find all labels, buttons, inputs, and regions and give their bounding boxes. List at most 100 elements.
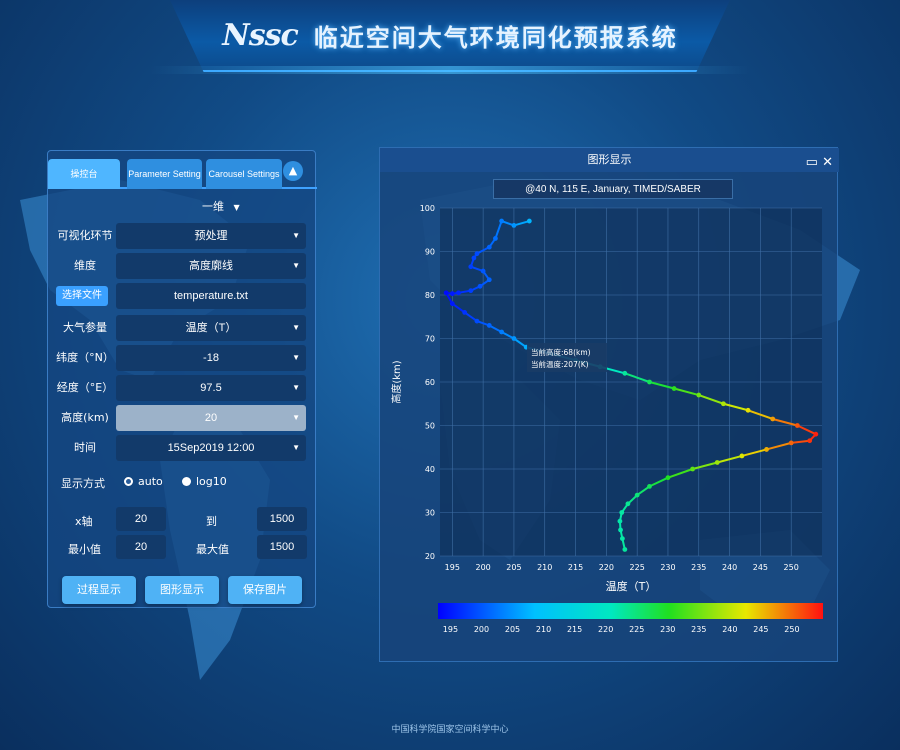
profile-point[interactable]: [794, 423, 800, 428]
colorbar-tick-label: 225: [629, 625, 644, 634]
profile-point[interactable]: [739, 453, 745, 459]
profile-point[interactable]: [690, 466, 696, 472]
profile-point[interactable]: [499, 329, 505, 335]
profile-point[interactable]: [471, 255, 477, 261]
x-tick-label: 210: [537, 563, 552, 572]
viz-stage-select[interactable]: 预处理 ▼: [116, 223, 306, 249]
profile-point[interactable]: [480, 268, 486, 274]
profile-point[interactable]: [486, 323, 492, 328]
x-axis-to-input[interactable]: 1500: [257, 507, 307, 531]
profile-point[interactable]: [622, 547, 628, 552]
file-name-field[interactable]: temperature.txt: [116, 283, 306, 309]
x-tick-label: 195: [445, 563, 460, 572]
file-row: 选择文件 temperature.txt: [56, 283, 308, 309]
profile-point[interactable]: [788, 440, 794, 446]
profile-point[interactable]: [456, 290, 461, 296]
profile-point[interactable]: [486, 244, 492, 250]
x-tick-label: 225: [630, 563, 645, 572]
profile-point[interactable]: [634, 492, 640, 498]
colorbar-tick-label: 205: [505, 625, 520, 634]
max-value-label: 最大值: [196, 543, 229, 556]
profile-point[interactable]: [449, 291, 455, 297]
height-select[interactable]: 20 ▼: [116, 405, 306, 431]
chevron-down-icon: ▼: [233, 203, 240, 212]
profile-point[interactable]: [696, 392, 702, 398]
tab-carousel-settings[interactable]: Carousel Settings: [206, 159, 282, 189]
profile-point[interactable]: [647, 379, 652, 385]
profile-point[interactable]: [807, 438, 813, 444]
profile-point[interactable]: [468, 288, 474, 294]
profile-point[interactable]: [474, 318, 480, 324]
profile-point[interactable]: [619, 510, 625, 515]
profile-point[interactable]: [499, 218, 505, 224]
colorbar-tick-label: 210: [536, 625, 551, 634]
x-tick-label: 230: [660, 563, 675, 572]
profile-point[interactable]: [714, 460, 720, 465]
profile-point[interactable]: [511, 223, 517, 228]
profile-point[interactable]: [770, 416, 776, 422]
y-tick-label: 50: [425, 422, 435, 431]
time-label: 时间: [74, 441, 96, 454]
viz-stage-label: 可视化环节: [57, 229, 113, 242]
save-image-button[interactable]: 保存图片: [228, 576, 302, 604]
longitude-label: 经度（°E）: [56, 381, 114, 394]
profile-point[interactable]: [619, 536, 625, 541]
profile-point[interactable]: [721, 401, 726, 407]
y-tick-label: 90: [425, 248, 435, 257]
profile-point[interactable]: [671, 386, 677, 391]
graph-display-button[interactable]: 图形显示: [145, 576, 219, 604]
profile-point[interactable]: [486, 277, 492, 283]
x-tick-label: 205: [506, 563, 521, 572]
longitude-value: 97.5: [200, 382, 222, 394]
height-row: 高度(km) 20 ▼: [56, 405, 308, 431]
profile-point[interactable]: [474, 251, 480, 257]
parameter-value: 温度（T）: [185, 322, 237, 334]
colorbar-tick-label: 195: [443, 625, 458, 634]
radio-log10[interactable]: log10: [182, 475, 227, 488]
parameter-select[interactable]: 温度（T） ▼: [116, 315, 306, 341]
latitude-select[interactable]: -18 ▼: [116, 345, 306, 371]
profile-point[interactable]: [617, 518, 623, 524]
choose-file-button[interactable]: 选择文件: [56, 286, 108, 306]
profile-point[interactable]: [511, 336, 517, 341]
profile-point[interactable]: [665, 475, 671, 481]
nssc-logo: Nssc: [222, 17, 298, 53]
tab-console[interactable]: 操控台: [48, 159, 120, 189]
dimension-select[interactable]: 一维 ▼: [202, 198, 240, 214]
y-tick-label: 20: [425, 552, 435, 561]
profile-point[interactable]: [745, 407, 751, 413]
viz-stage-row: 可视化环节 预处理 ▼: [56, 223, 308, 249]
y-tick-label: 70: [425, 335, 435, 344]
profile-point[interactable]: [462, 310, 468, 315]
profile-point[interactable]: [449, 301, 455, 307]
profile-point[interactable]: [813, 431, 819, 437]
profile-point[interactable]: [493, 236, 498, 241]
profile-point[interactable]: [526, 218, 532, 224]
colorbar-tick-label: 230: [660, 625, 675, 634]
app-header: Nssc 临近空间大气环境同化预报系统: [170, 0, 730, 72]
max-value-input[interactable]: 1500: [257, 535, 307, 559]
time-row: 时间 15Sep2019 12:00 ▼: [56, 435, 308, 461]
profile-point[interactable]: [443, 290, 449, 296]
time-select[interactable]: 15Sep2019 12:00 ▼: [116, 435, 306, 461]
profile-point[interactable]: [764, 447, 769, 452]
profile-point[interactable]: [468, 264, 474, 270]
dimension-type-select[interactable]: 高度廓线 ▼: [116, 253, 306, 279]
colorbar-tick-label: 220: [598, 625, 613, 634]
profile-point[interactable]: [625, 501, 631, 507]
profile-point[interactable]: [647, 484, 652, 489]
x-axis-from-input[interactable]: 20: [116, 507, 166, 531]
colorbar-tick-label: 240: [722, 625, 737, 634]
min-value-input[interactable]: 20: [116, 535, 166, 559]
chevron-down-icon: ▼: [292, 413, 300, 422]
tab-parameter-setting[interactable]: Parameter Setting: [127, 159, 202, 189]
profile-point[interactable]: [618, 527, 623, 533]
x-axis-to-label: 到: [206, 515, 217, 528]
profile-point[interactable]: [477, 283, 483, 289]
profile-point[interactable]: [622, 370, 628, 376]
collapse-chevron-icon[interactable]: ▲: [283, 161, 303, 181]
longitude-select[interactable]: 97.5 ▼: [116, 375, 306, 401]
process-display-button[interactable]: 过程显示: [62, 576, 136, 604]
latitude-value: -18: [203, 352, 219, 364]
radio-auto[interactable]: auto: [124, 475, 163, 488]
